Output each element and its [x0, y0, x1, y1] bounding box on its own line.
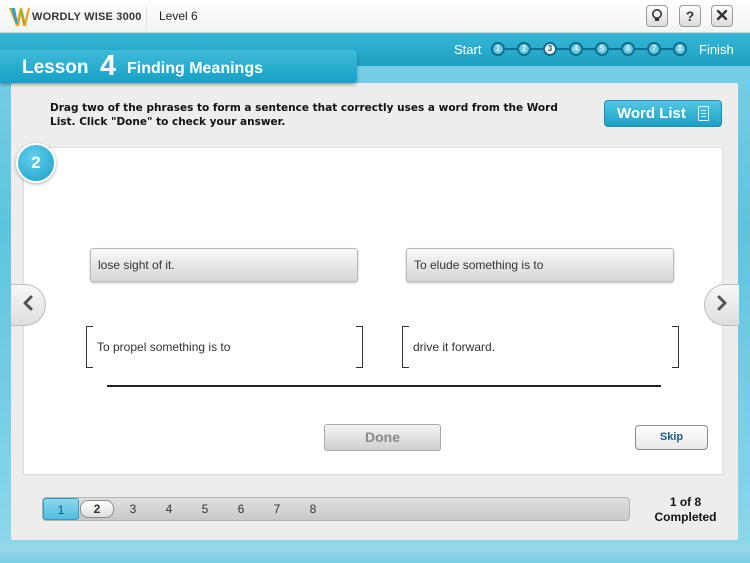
- step-dot-current: 3: [543, 42, 557, 56]
- level-label: Level 6: [159, 9, 198, 23]
- question-mark-icon: ?: [685, 8, 695, 24]
- skip-button[interactable]: Skip: [635, 425, 708, 450]
- start-label: Start: [454, 42, 482, 57]
- step-dot: 6: [621, 42, 635, 56]
- step-dot: 8: [673, 42, 687, 56]
- progress-count: 1 of 8: [669, 495, 702, 509]
- slot-text: To propel something is to: [97, 340, 231, 354]
- page-button[interactable]: 8: [295, 498, 331, 520]
- word-list-label: Word List: [617, 105, 686, 122]
- progress-status: 1 of 8 Completed: [638, 495, 733, 525]
- step-indicator: 1 2 3 4 5 6 7 8: [491, 41, 687, 57]
- progress-label: Completed: [654, 510, 717, 524]
- step-dot: 1: [491, 42, 505, 56]
- instructions-text: Drag two of the phrases to form a senten…: [50, 102, 558, 128]
- lightbulb-icon: [650, 8, 664, 25]
- page-button[interactable]: 4: [151, 498, 187, 520]
- hint-button[interactable]: [646, 5, 668, 27]
- page-button[interactable]: 5: [187, 498, 223, 520]
- finish-label: Finish: [699, 42, 734, 57]
- chevron-right-icon: [716, 295, 728, 316]
- next-button[interactable]: [704, 284, 739, 326]
- step-dot: 4: [569, 42, 583, 56]
- help-button[interactable]: ?: [679, 5, 701, 27]
- close-icon: [716, 8, 728, 24]
- bracket-right: [356, 326, 363, 368]
- list-icon: [698, 106, 709, 121]
- page-button[interactable]: 1: [43, 498, 79, 520]
- lesson-header: Lesson 4 Finding Meanings: [0, 50, 357, 83]
- phrase-chip[interactable]: lose sight of it.: [90, 248, 358, 282]
- word-list-button[interactable]: Word List: [604, 100, 722, 127]
- close-button[interactable]: [711, 5, 733, 27]
- bracket-left: [86, 326, 93, 368]
- step-dot: 5: [595, 42, 609, 56]
- bottom-decoration: [0, 545, 750, 563]
- answer-slot-2[interactable]: drive it forward.: [402, 326, 679, 368]
- question-number-badge: 2: [16, 143, 56, 183]
- bracket-right: [672, 326, 679, 368]
- page-button[interactable]: 6: [223, 498, 259, 520]
- lesson-title: Finding Meanings: [127, 60, 263, 77]
- top-bar: WORDLY WISE 3000 Level 6 ?: [0, 0, 750, 33]
- lesson-word: Lesson: [22, 57, 89, 78]
- slot-text: drive it forward.: [413, 340, 496, 354]
- question-pager: 1 2 3 4 5 6 7 8: [42, 497, 630, 521]
- step-dot: 7: [647, 42, 661, 56]
- logo-w-icon: [8, 6, 30, 28]
- page-button[interactable]: 3: [115, 498, 151, 520]
- done-button[interactable]: Done: [324, 424, 441, 451]
- step-dot: 2: [517, 42, 531, 56]
- logo-text: WORDLY WISE 3000: [32, 10, 142, 23]
- divider: [146, 6, 147, 27]
- page-button-current[interactable]: 2: [80, 500, 114, 518]
- phrase-chip[interactable]: To elude something is to: [406, 248, 674, 282]
- page-button[interactable]: 7: [259, 498, 295, 520]
- bracket-left: [402, 326, 409, 368]
- wordly-wise-logo: WORDLY WISE 3000: [8, 4, 142, 29]
- lesson-number: 4: [100, 50, 117, 82]
- answer-slot-1[interactable]: To propel something is to: [86, 326, 363, 368]
- chevron-left-icon: [22, 295, 34, 316]
- answer-line: [107, 385, 661, 387]
